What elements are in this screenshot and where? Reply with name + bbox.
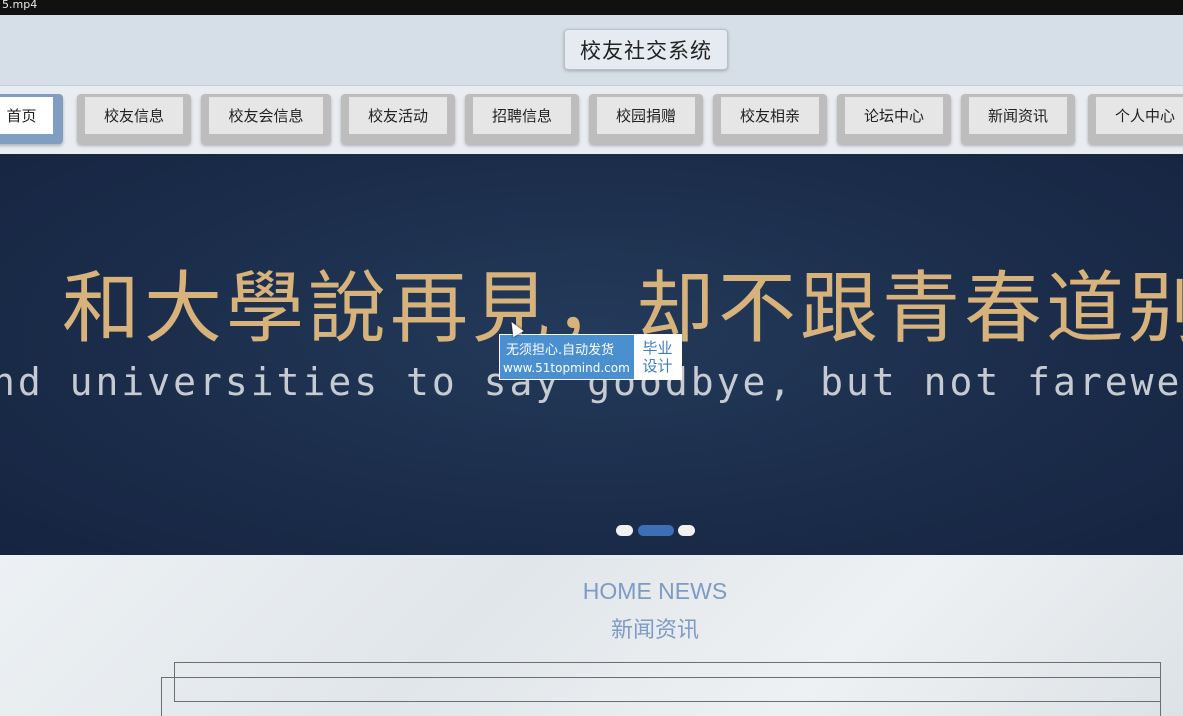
- carousel-dot-1[interactable]: [616, 525, 633, 536]
- news-frame-inner: [161, 677, 1161, 716]
- nav-item-forum[interactable]: 论坛中心: [837, 94, 951, 144]
- nav-item-label: 首页: [0, 97, 53, 134]
- nav-item-label: 校友信息: [85, 97, 183, 134]
- nav-item-recruitment[interactable]: 招聘信息: [465, 94, 579, 144]
- nav-item-label: 校友活动: [349, 97, 447, 134]
- nav-item-label: 校友相亲: [721, 97, 819, 134]
- nav-item-label: 校友会信息: [209, 97, 323, 134]
- watermark-tag-line-1: 毕业: [642, 339, 673, 357]
- carousel-dot-2[interactable]: [638, 525, 674, 536]
- nav-item-label: 个人中心: [1096, 97, 1183, 134]
- watermark-badge: 无须担心.自动发货 www.51topmind.com 毕业 设计: [499, 334, 682, 380]
- news-section: HOME NEWS 新闻资讯: [0, 555, 1183, 716]
- nav-item-alumni-info[interactable]: 校友信息: [77, 94, 191, 144]
- watermark-tag-line-2: 设计: [642, 357, 673, 375]
- site-title: 校友社交系统: [564, 29, 728, 70]
- watermark-text: 无须担心.自动发货 www.51topmind.com: [500, 335, 634, 379]
- watermark-tag: 毕业 设计: [634, 335, 681, 379]
- watermark-line-2: www.51topmind.com: [503, 361, 630, 375]
- nav-item-donation[interactable]: 校园捐赠: [589, 94, 703, 144]
- nav-item-label: 新闻资讯: [969, 97, 1067, 134]
- nav-item-label: 论坛中心: [845, 97, 943, 134]
- news-section-title-en: HOME NEWS: [582, 578, 728, 604]
- carousel-dot-3[interactable]: [678, 525, 695, 536]
- nav-item-alumni-activities[interactable]: 校友活动: [341, 94, 455, 144]
- nav-item-alumni-association[interactable]: 校友会信息: [201, 94, 331, 144]
- video-filename: 5.mp4: [2, 0, 38, 11]
- nav-item-news[interactable]: 新闻资讯: [961, 94, 1075, 144]
- nav-item-label: 校园捐赠: [597, 97, 695, 134]
- nav-item-profile[interactable]: 个人中心: [1088, 94, 1183, 144]
- nav-item-label: 招聘信息: [473, 97, 571, 134]
- nav-item-dating[interactable]: 校友相亲: [713, 94, 827, 144]
- main-nav: 首页 校友信息 校友会信息 校友活动 招聘信息 校园捐赠 校友相亲 论坛中心 新…: [0, 86, 1183, 152]
- watermark-line-1: 无须担心.自动发货: [506, 343, 615, 358]
- news-section-title-cn: 新闻资讯: [610, 618, 699, 643]
- video-player-title-bar: 5.mp4: [0, 0, 1183, 15]
- site-header: 校友社交系统: [0, 15, 1183, 86]
- carousel-indicators: [616, 523, 698, 537]
- nav-item-home[interactable]: 首页: [0, 94, 63, 144]
